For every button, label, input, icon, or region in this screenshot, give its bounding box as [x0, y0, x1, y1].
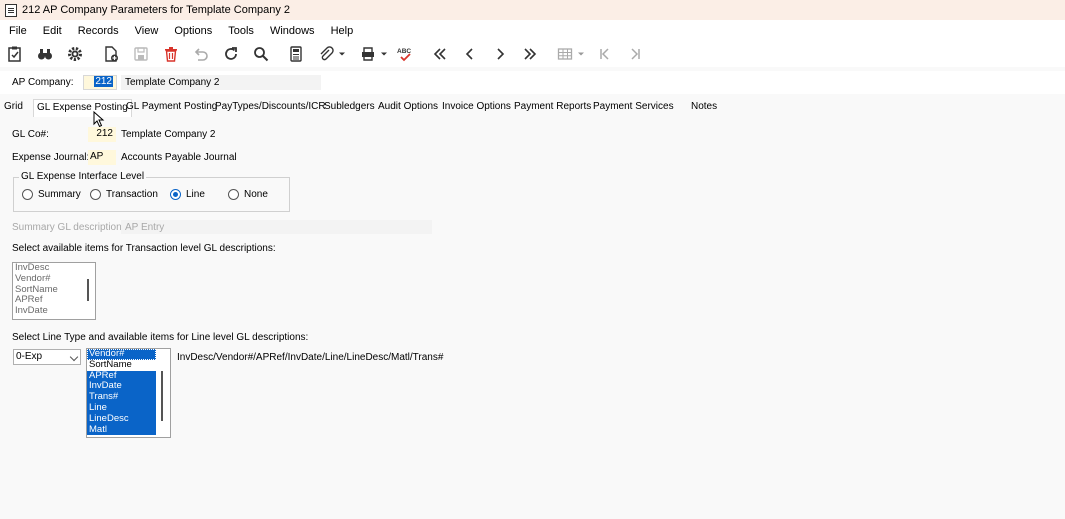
menu-records[interactable]: Records — [78, 25, 119, 37]
expense-journal-label: Expense Journal: — [12, 152, 90, 163]
radio-none-circle[interactable] — [228, 189, 239, 200]
interface-level-legend: GL Expense Interface Level — [19, 171, 147, 182]
line-items-list[interactable]: Vendor# SortName APRef InvDate Trans# Li… — [86, 348, 171, 438]
list-item[interactable]: Vendor# — [13, 273, 95, 285]
gl-co-input[interactable]: 212 — [88, 127, 116, 142]
tab-payment-reports[interactable]: Payment Reports — [511, 99, 594, 117]
mouse-pointer-icon — [93, 111, 105, 128]
tab-strip: Grid GL Expense Posting GL Payment Posti… — [0, 99, 1065, 117]
tab-invoice-options[interactable]: Invoice Options — [439, 99, 514, 117]
list-item[interactable]: InvDate — [13, 305, 95, 317]
expense-journal-name: Accounts Payable Journal — [121, 152, 237, 163]
radio-summary-circle[interactable] — [22, 189, 33, 200]
grid-view-dropdown-icon[interactable] — [575, 45, 587, 63]
window-title: 212 AP Company Parameters for Template C… — [22, 4, 291, 16]
tab-subledgers[interactable]: Subledgers — [321, 99, 378, 117]
transaction-list-scrollbar[interactable] — [87, 279, 89, 301]
tab-notes[interactable]: Notes — [688, 99, 720, 117]
grid-view-icon[interactable] — [555, 45, 575, 63]
summary-desc-input[interactable] — [121, 220, 432, 234]
menu-bar: File Edit Records View Options Tools Win… — [0, 20, 1065, 41]
undo-icon[interactable] — [191, 45, 211, 63]
print-dropdown-icon[interactable] — [378, 45, 390, 63]
tab-paytypes-discounts-icr[interactable]: PayTypes/Discounts/ICR — [212, 99, 329, 117]
radio-summary-label: Summary — [38, 189, 81, 200]
attachment-dropdown-icon[interactable] — [336, 45, 348, 63]
spellcheck-icon[interactable]: ABC — [395, 45, 415, 63]
radio-summary[interactable]: Summary — [22, 189, 81, 200]
chevron-down-icon[interactable] — [69, 352, 79, 362]
line-list-scrollbar[interactable] — [161, 371, 163, 421]
search-icon[interactable] — [251, 45, 271, 63]
line-desc-preview: InvDesc/Vendor#/APRef/InvDate/Line/LineD… — [177, 352, 444, 363]
settings-gear-icon[interactable] — [65, 45, 85, 63]
radio-line[interactable]: Line — [170, 189, 205, 200]
line-type-value: 0-Exp — [16, 351, 43, 362]
line-type-select[interactable]: 0-Exp — [13, 349, 81, 365]
new-record-icon[interactable] — [5, 45, 25, 63]
gl-co-label: GL Co#: — [12, 129, 49, 140]
radio-none-label: None — [244, 189, 268, 200]
radio-line-circle[interactable] — [170, 189, 181, 200]
transaction-items-label: Select available items for Transaction l… — [12, 243, 276, 254]
menu-file[interactable]: File — [9, 25, 27, 37]
ap-company-code-value: 212 — [94, 76, 113, 87]
list-item[interactable]: LineDesc — [87, 413, 156, 425]
radio-none[interactable]: None — [228, 189, 268, 200]
first-page-icon[interactable] — [595, 45, 615, 63]
ap-company-header: AP Company: 212 Template Company 2 — [0, 71, 1065, 94]
gl-co-name: Template Company 2 — [121, 129, 216, 140]
radio-transaction[interactable]: Transaction — [90, 189, 158, 200]
title-bar: 212 AP Company Parameters for Template C… — [0, 0, 1065, 20]
list-item[interactable]: Matl — [87, 424, 156, 436]
last-record-icon[interactable] — [520, 45, 540, 63]
expense-journal-input[interactable]: AP — [88, 150, 116, 165]
save-icon[interactable] — [131, 45, 151, 63]
radio-line-label: Line — [186, 189, 205, 200]
gl-co-value: 212 — [96, 128, 113, 139]
radio-transaction-circle[interactable] — [90, 189, 101, 200]
menu-view[interactable]: View — [135, 25, 159, 37]
radio-transaction-label: Transaction — [106, 189, 158, 200]
new-document-icon[interactable] — [101, 45, 121, 63]
next-record-icon[interactable] — [490, 45, 510, 63]
tab-audit-options[interactable]: Audit Options — [375, 99, 441, 117]
list-item[interactable]: SortName — [87, 359, 156, 371]
tab-grid[interactable]: Grid — [1, 99, 26, 117]
tab-gl-payment-posting[interactable]: GL Payment Posting — [123, 99, 220, 117]
ap-company-name: Template Company 2 — [125, 77, 220, 88]
find-icon[interactable] — [35, 45, 55, 63]
menu-edit[interactable]: Edit — [43, 25, 62, 37]
last-page-icon[interactable] — [625, 45, 645, 63]
previous-record-icon[interactable] — [460, 45, 480, 63]
menu-options[interactable]: Options — [174, 25, 212, 37]
delete-icon[interactable] — [161, 45, 181, 63]
calculator-icon[interactable] — [286, 45, 306, 63]
print-icon[interactable] — [358, 45, 378, 63]
expense-journal-value: AP — [90, 151, 104, 162]
menu-tools[interactable]: Tools — [228, 25, 254, 37]
tab-payment-services[interactable]: Payment Services — [590, 99, 677, 117]
summary-desc-label: Summary GL description: — [12, 222, 125, 233]
ap-company-label: AP Company: — [12, 77, 74, 88]
tab-gl-expense-posting[interactable]: GL Expense Posting — [33, 99, 132, 117]
first-record-icon[interactable] — [430, 45, 450, 63]
summary-desc-value: AP Entry — [125, 222, 165, 233]
line-items-label: Select Line Type and available items for… — [12, 332, 309, 343]
app-form-icon — [5, 3, 17, 17]
toolbar: ABC — [0, 41, 1065, 67]
attachment-icon[interactable] — [316, 45, 336, 63]
ap-company-code-input[interactable]: 212 — [83, 75, 117, 90]
menu-windows[interactable]: Windows — [270, 25, 315, 37]
interface-level-group: GL Expense Interface Level Summary Trans… — [13, 171, 290, 212]
menu-help[interactable]: Help — [331, 25, 354, 37]
transaction-items-list[interactable]: InvDesc Vendor# SortName APRef InvDate — [12, 262, 96, 320]
refresh-icon[interactable] — [221, 45, 241, 63]
